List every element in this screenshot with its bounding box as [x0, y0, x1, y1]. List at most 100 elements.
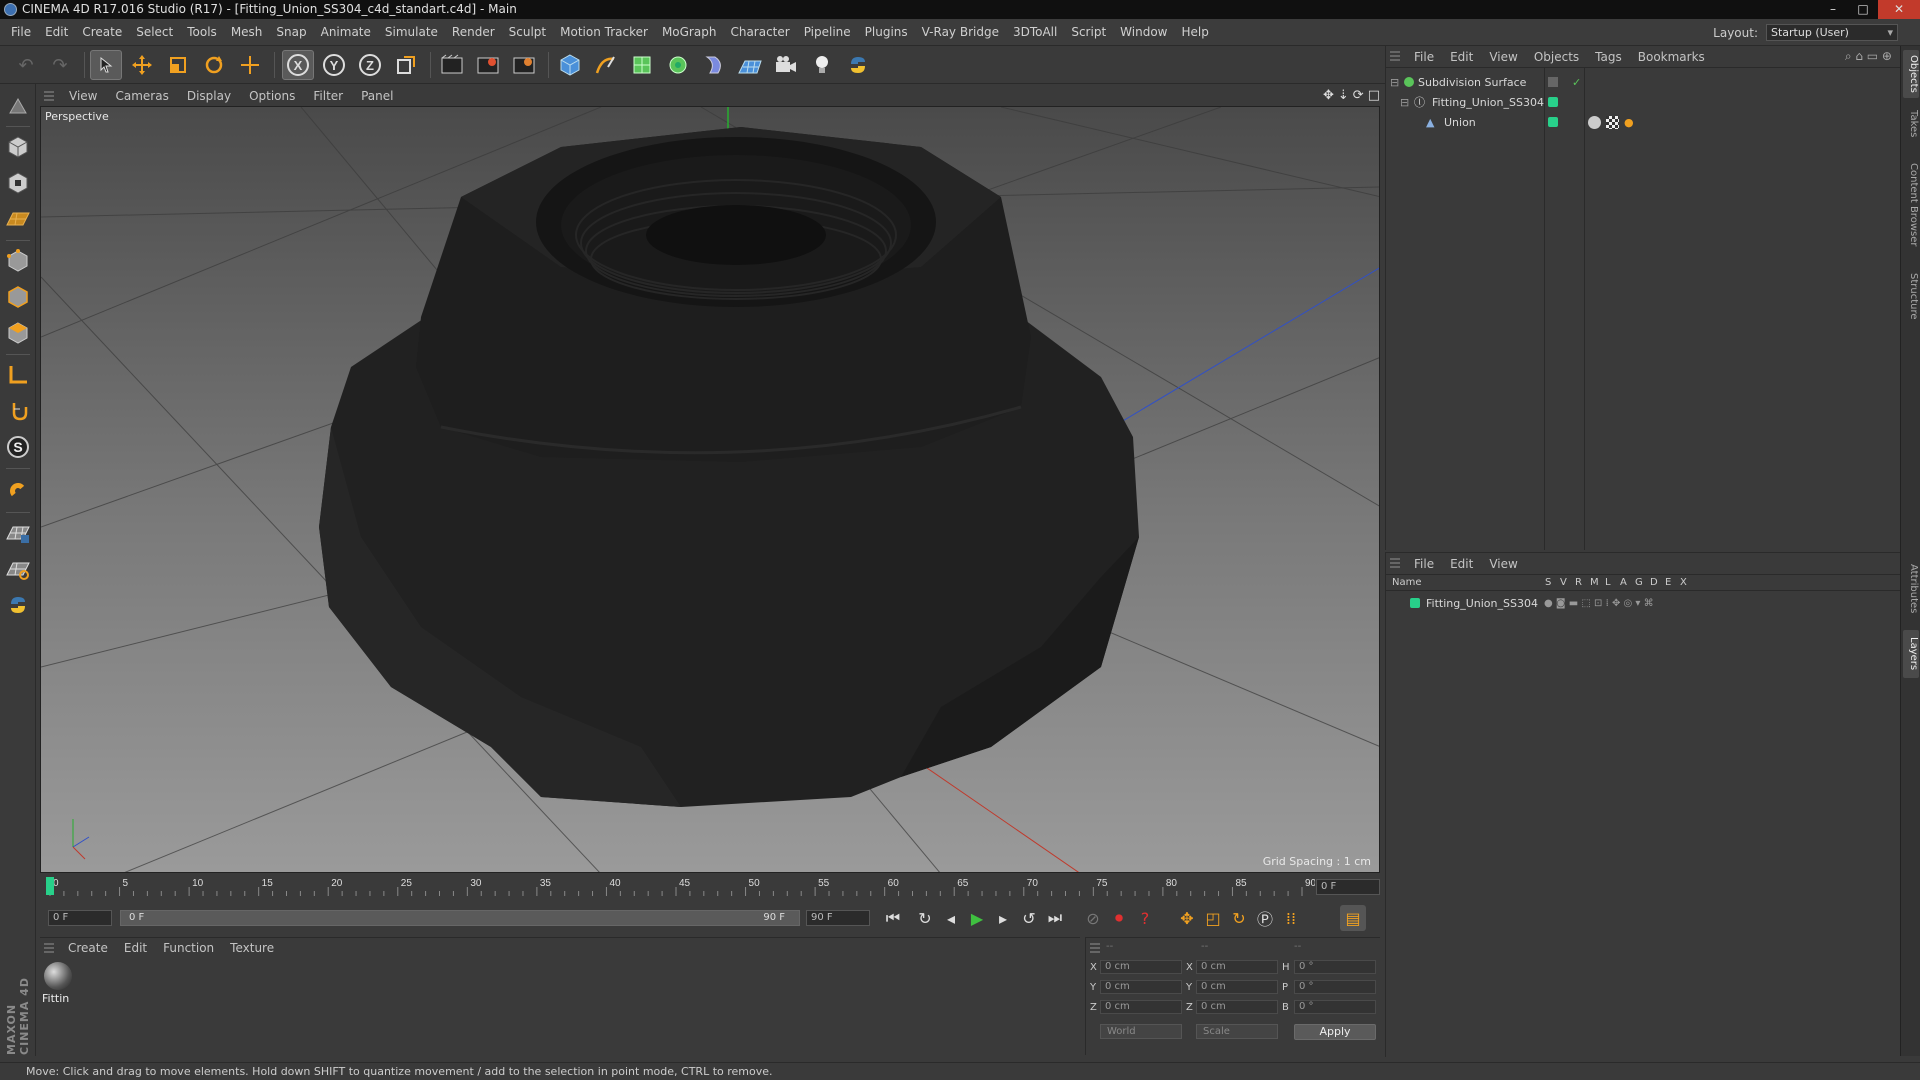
maximize-button[interactable]: □	[1848, 0, 1878, 19]
viewport-menu-panel[interactable]: Panel	[352, 89, 402, 103]
menu-vray-bridge[interactable]: V-Ray Bridge	[915, 19, 1006, 46]
pen-icon[interactable]	[590, 50, 622, 80]
axis-mode-icon[interactable]	[3, 360, 33, 390]
coordinate-mode-dropdown[interactable]: World	[1100, 1024, 1182, 1039]
size-y-field[interactable]: 0 cm	[1196, 980, 1278, 994]
auto-keyframe-icon[interactable]: ⏺	[1106, 905, 1132, 931]
position-y-field[interactable]: 0 cm	[1100, 980, 1182, 994]
go-to-end-icon[interactable]: ⏭	[1042, 905, 1068, 931]
render-view-icon[interactable]	[436, 50, 468, 80]
position-x-field[interactable]: 0 cm	[1100, 960, 1182, 974]
objects-menu-edit[interactable]: Edit	[1442, 50, 1481, 64]
layer-tag-icon[interactable]	[1548, 77, 1558, 87]
layers-menu-view[interactable]: View	[1481, 557, 1525, 571]
object-row-fitting-union[interactable]: ⊟ ⓛ Fitting_Union_SS304	[1386, 94, 1901, 111]
camera-icon[interactable]	[770, 50, 802, 80]
maximize-view-icon[interactable]: □	[1368, 88, 1380, 103]
menu-3dtoall[interactable]: 3DToAll	[1006, 19, 1064, 46]
layer-color-tag[interactable]	[1548, 97, 1558, 107]
menu-tools[interactable]: Tools	[180, 19, 224, 46]
menu-script[interactable]: Script	[1064, 19, 1113, 46]
pla-key-icon[interactable]: ⁞⁞	[1278, 905, 1304, 931]
x-axis-icon[interactable]: X	[282, 50, 314, 80]
make-editable-icon[interactable]	[3, 92, 33, 122]
quantize-icon[interactable]	[3, 518, 33, 548]
go-to-start-icon[interactable]: ⏮	[880, 905, 906, 931]
objects-menu-tags[interactable]: Tags	[1587, 50, 1630, 64]
menu-animate[interactable]: Animate	[314, 19, 378, 46]
menu-edit[interactable]: Edit	[38, 19, 75, 46]
close-button[interactable]: ✕	[1878, 0, 1920, 19]
workplane-mode-icon[interactable]	[3, 204, 33, 234]
menu-file[interactable]: File	[4, 19, 38, 46]
panel-grip-icon[interactable]	[1390, 558, 1400, 570]
rotate-icon[interactable]	[198, 50, 230, 80]
position-z-field[interactable]: 0 cm	[1100, 1000, 1182, 1014]
objects-menu-objects[interactable]: Objects	[1526, 50, 1587, 64]
menu-snap[interactable]: Snap	[269, 19, 313, 46]
light-icon[interactable]	[806, 50, 838, 80]
undo-icon[interactable]: ↶	[10, 50, 42, 80]
python-icon[interactable]	[842, 50, 874, 80]
max-frame-field[interactable]: 90 F	[806, 910, 870, 926]
tweak-mode-icon[interactable]	[3, 396, 33, 426]
size-x-field[interactable]: 0 cm	[1196, 960, 1278, 974]
size-mode-dropdown[interactable]: Scale	[1196, 1024, 1278, 1039]
viewport-menu-cameras[interactable]: Cameras	[106, 89, 177, 103]
y-axis-icon[interactable]: Y	[318, 50, 350, 80]
floor-icon[interactable]	[734, 50, 766, 80]
preview-range-slider[interactable]: 0 F 90 F	[120, 910, 800, 926]
material-menu-texture[interactable]: Texture	[222, 941, 282, 955]
tab-attributes[interactable]: Attributes	[1903, 554, 1919, 624]
mograph-cloner-icon[interactable]	[662, 50, 694, 80]
python-script-icon[interactable]	[3, 590, 33, 620]
collapse-icon[interactable]: ⊟	[1400, 94, 1409, 111]
perspective-viewport[interactable]: Perspective Grid Spacing : 1 cm	[40, 106, 1380, 873]
minimize-button[interactable]: –	[1818, 0, 1848, 19]
solo-icon[interactable]: S	[3, 432, 33, 462]
menu-sculpt[interactable]: Sculpt	[502, 19, 553, 46]
tab-takes[interactable]: Takes	[1903, 104, 1919, 144]
tab-objects[interactable]: Objects	[1903, 50, 1919, 98]
snap-icon[interactable]	[3, 476, 33, 506]
model-mode-icon[interactable]	[3, 132, 33, 162]
z-axis-icon[interactable]: Z	[354, 50, 386, 80]
move-view-icon[interactable]: ✥	[1323, 88, 1334, 103]
rotation-p-field[interactable]: 0 °	[1294, 980, 1376, 994]
redo-icon[interactable]: ↷	[44, 50, 76, 80]
timeline-ruler[interactable]: 0 5 10 15 20 25 30 35 40 45 50 55 60 65 70 75 80 85 90	[40, 875, 1380, 897]
next-key-icon[interactable]: ↺	[1016, 905, 1042, 931]
tab-layers[interactable]: Layers	[1903, 630, 1919, 678]
tab-content-browser[interactable]: Content Browser	[1903, 150, 1919, 260]
record-keys-icon[interactable]: ⊘	[1080, 905, 1106, 931]
menu-pipeline[interactable]: Pipeline	[797, 19, 858, 46]
points-mode-icon[interactable]	[3, 246, 33, 276]
size-z-field[interactable]: 0 cm	[1196, 1000, 1278, 1014]
vray-tag-icon[interactable]: ●	[1624, 114, 1634, 131]
play-icon[interactable]: ▶	[964, 905, 990, 931]
collapse-icon[interactable]: ⊟	[1390, 74, 1399, 91]
prev-frame-icon[interactable]: ◂	[938, 905, 964, 931]
layer-toggle-icons[interactable]: ● ◙ ▬ ⬚ ⊡ ⁞ ✥ ◎ ▾ ⌘	[1544, 595, 1654, 612]
viewport-menu-view[interactable]: View	[60, 89, 106, 103]
rotation-h-field[interactable]: 0 °	[1294, 960, 1376, 974]
texture-mode-icon[interactable]	[3, 168, 33, 198]
objects-menu-file[interactable]: File	[1406, 50, 1442, 64]
menu-help[interactable]: Help	[1174, 19, 1215, 46]
min-frame-field[interactable]: 0 F	[48, 910, 112, 926]
viewport-menu-filter[interactable]: Filter	[304, 89, 352, 103]
position-key-icon[interactable]: ✥	[1174, 905, 1200, 931]
layout-dropdown[interactable]: Startup (User)	[1766, 24, 1898, 41]
texture-tag-icon[interactable]	[1606, 116, 1619, 129]
viewport-menu-options[interactable]: Options	[240, 89, 304, 103]
timeline-icon[interactable]: ▤	[1340, 905, 1366, 931]
material-menu-function[interactable]: Function	[155, 941, 222, 955]
panel-grip-icon[interactable]	[44, 943, 54, 955]
menu-mograph[interactable]: MoGraph	[655, 19, 724, 46]
polygons-mode-icon[interactable]	[3, 318, 33, 348]
menu-motion-tracker[interactable]: Motion Tracker	[553, 19, 655, 46]
prev-key-icon[interactable]: ↻	[912, 905, 938, 931]
next-frame-icon[interactable]: ▸	[990, 905, 1016, 931]
add-icon[interactable]	[234, 50, 266, 80]
menu-render[interactable]: Render	[445, 19, 502, 46]
